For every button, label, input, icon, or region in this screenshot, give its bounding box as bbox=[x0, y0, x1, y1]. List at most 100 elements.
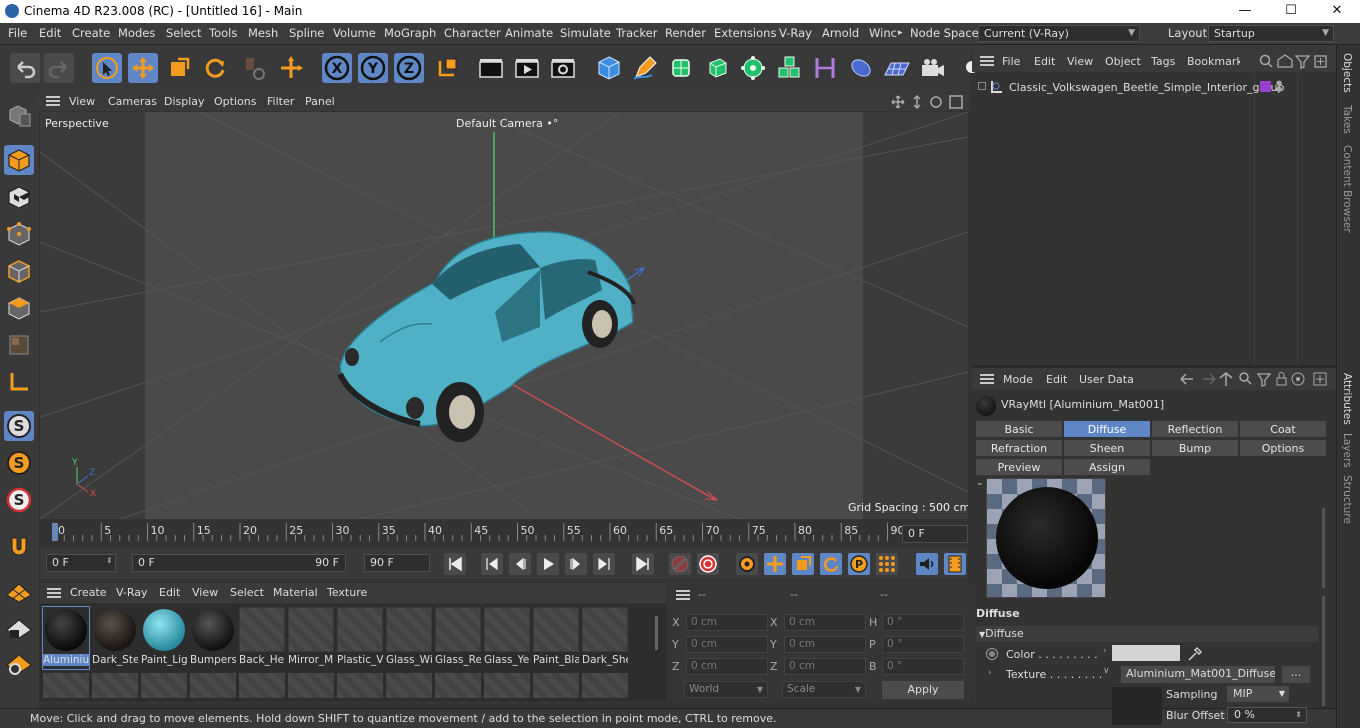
rotation-field[interactable]: 0 ° bbox=[882, 614, 964, 631]
viewport-menu-options[interactable]: Options bbox=[214, 95, 256, 108]
tab-structure[interactable]: Structure bbox=[1341, 475, 1353, 524]
menu-animate[interactable]: Animate bbox=[505, 26, 553, 40]
record-active-objects-button[interactable] bbox=[669, 553, 691, 575]
rotate-tool-button[interactable] bbox=[200, 53, 230, 83]
undo-button[interactable] bbox=[10, 53, 40, 83]
workplane-button[interactable] bbox=[4, 367, 34, 397]
eyedropper-icon[interactable] bbox=[1186, 645, 1204, 663]
apply-button[interactable]: Apply bbox=[882, 681, 964, 699]
viewport-menu-view[interactable]: View bbox=[69, 95, 95, 108]
material-swatch[interactable]: Paint_Lig bbox=[141, 607, 187, 669]
field-button[interactable] bbox=[846, 53, 876, 83]
previous-frame-button[interactable] bbox=[509, 553, 531, 575]
menu-modes[interactable]: Modes bbox=[118, 26, 155, 40]
floor-button[interactable] bbox=[882, 53, 912, 83]
menu-character[interactable]: Character bbox=[444, 26, 501, 40]
texture-file-field[interactable]: Aluminium_Mat001_Diffuse. bbox=[1121, 666, 1275, 683]
autokeying-button[interactable] bbox=[697, 553, 719, 575]
material-scrollbar[interactable] bbox=[655, 616, 658, 650]
object-menu-tags[interactable]: Tags bbox=[1151, 55, 1175, 68]
current-frame-field[interactable]: 0 F bbox=[902, 525, 968, 543]
hamburger-menu-icon[interactable] bbox=[980, 56, 994, 66]
tab-attributes[interactable]: Attributes bbox=[1341, 373, 1353, 425]
size-field[interactable]: 0 cm bbox=[784, 636, 866, 653]
move-tool-button[interactable] bbox=[128, 53, 158, 83]
material-slot-empty[interactable] bbox=[190, 673, 236, 698]
attr-menu-user-data[interactable]: User Data bbox=[1079, 373, 1134, 386]
camera-name-label[interactable]: Default Camera •° bbox=[456, 117, 558, 130]
material-slot-empty[interactable] bbox=[337, 673, 383, 698]
transform-tool-button[interactable] bbox=[276, 53, 306, 83]
material-swatch[interactable]: Glass_Re bbox=[435, 607, 481, 669]
keyframe-selection-button[interactable] bbox=[736, 553, 758, 575]
y-axis-lock-button[interactable]: Y bbox=[358, 53, 388, 83]
cloner-button[interactable] bbox=[738, 53, 768, 83]
menu-file[interactable]: File bbox=[8, 26, 27, 40]
position-field[interactable]: 0 cm bbox=[686, 658, 768, 675]
next-key-button[interactable] bbox=[593, 553, 615, 575]
frame-range-slider[interactable]: 0 F 90 F bbox=[132, 554, 346, 572]
visibility-dots-icon[interactable]: ● ● bbox=[1276, 80, 1282, 93]
material-menu-vray[interactable]: V-Ray bbox=[116, 586, 148, 599]
tab-basic[interactable]: Basic bbox=[975, 420, 1063, 438]
go-to-start-button[interactable] bbox=[444, 553, 466, 575]
film-strip-button[interactable] bbox=[944, 553, 966, 575]
material-menu-edit[interactable]: Edit bbox=[159, 586, 180, 599]
material-swatch[interactable]: Dark_Ste bbox=[92, 607, 138, 669]
menu-spline[interactable]: Spline bbox=[289, 26, 324, 40]
z-axis-lock-button[interactable]: Z bbox=[394, 53, 424, 83]
size-field[interactable]: 0 cm bbox=[784, 614, 866, 631]
material-slot-empty[interactable] bbox=[239, 673, 285, 698]
color-animate-radio[interactable] bbox=[986, 648, 998, 660]
menu-render[interactable]: Render bbox=[665, 26, 706, 40]
close-button[interactable]: ✕ bbox=[1314, 0, 1360, 23]
layer-color-tag[interactable] bbox=[1260, 81, 1271, 92]
viewport-navigation-icons[interactable] bbox=[890, 94, 970, 110]
polygons-mode-button[interactable] bbox=[4, 293, 34, 323]
material-swatch[interactable]: Bumpers bbox=[190, 607, 236, 669]
size-field[interactable]: 0 cm bbox=[784, 658, 866, 675]
menu-vray[interactable]: V-Ray bbox=[779, 26, 812, 40]
texture-browse-button[interactable]: ... bbox=[1282, 666, 1310, 683]
menu-select[interactable]: Select bbox=[166, 26, 201, 40]
texture-expand-icon[interactable]: › bbox=[988, 668, 992, 678]
recent-tools-button[interactable] bbox=[240, 53, 270, 83]
tab-options[interactable]: Options bbox=[1239, 439, 1327, 457]
key-rotation-button[interactable] bbox=[820, 553, 842, 575]
floor-grid-button[interactable] bbox=[4, 575, 34, 605]
object-menu-object[interactable]: Object bbox=[1105, 55, 1141, 68]
blur-offset-field[interactable]: 0 % ⬍ bbox=[1227, 707, 1307, 723]
material-slot-empty[interactable] bbox=[43, 673, 89, 698]
maximize-button[interactable]: ☐ bbox=[1268, 0, 1314, 23]
tab-content-browser[interactable]: Content Browser bbox=[1341, 145, 1353, 233]
mograph-cloner-button[interactable] bbox=[774, 53, 804, 83]
color-swatch[interactable] bbox=[1112, 645, 1180, 661]
object-menu-file[interactable]: File bbox=[1002, 55, 1020, 68]
world-dropdown[interactable]: World ▼ bbox=[684, 681, 768, 698]
material-swatch[interactable]: Mirror_M bbox=[288, 607, 334, 669]
live-selection-button[interactable] bbox=[92, 53, 122, 83]
play-forward-button[interactable] bbox=[537, 553, 559, 575]
render-view-button[interactable] bbox=[476, 53, 506, 83]
rotation-field[interactable]: 0 ° bbox=[882, 658, 964, 675]
snap-settings-button[interactable]: S bbox=[4, 485, 34, 515]
render-settings-button[interactable] bbox=[548, 53, 578, 83]
model-mode-button[interactable] bbox=[4, 145, 34, 175]
tab-preview-settings[interactable]: Preview Settings bbox=[975, 458, 1063, 491]
hamburger-menu-icon[interactable] bbox=[47, 588, 61, 598]
menu-overflow-icon[interactable]: ▸ bbox=[898, 28, 903, 38]
tab-assign[interactable]: Assign bbox=[1063, 458, 1151, 476]
material-swatch[interactable]: Dark_She bbox=[582, 607, 628, 669]
extrude-button[interactable] bbox=[702, 53, 732, 83]
material-slot-empty[interactable] bbox=[288, 673, 334, 698]
camera-button[interactable] bbox=[918, 53, 948, 83]
hamburger-menu-icon[interactable] bbox=[46, 96, 60, 106]
material-preview[interactable] bbox=[986, 478, 1106, 598]
tab-sheen[interactable]: Sheen bbox=[1063, 439, 1151, 457]
sampling-dropdown[interactable]: MIP ▼ bbox=[1227, 686, 1289, 702]
points-mode-button[interactable] bbox=[4, 219, 34, 249]
layout-dropdown[interactable]: Startup ▼ bbox=[1208, 25, 1334, 42]
previous-key-button[interactable] bbox=[481, 553, 503, 575]
material-swatch[interactable]: Paint_Bla bbox=[533, 607, 579, 669]
node-space-dropdown[interactable]: Current (V-Ray) ▼ bbox=[978, 25, 1140, 42]
